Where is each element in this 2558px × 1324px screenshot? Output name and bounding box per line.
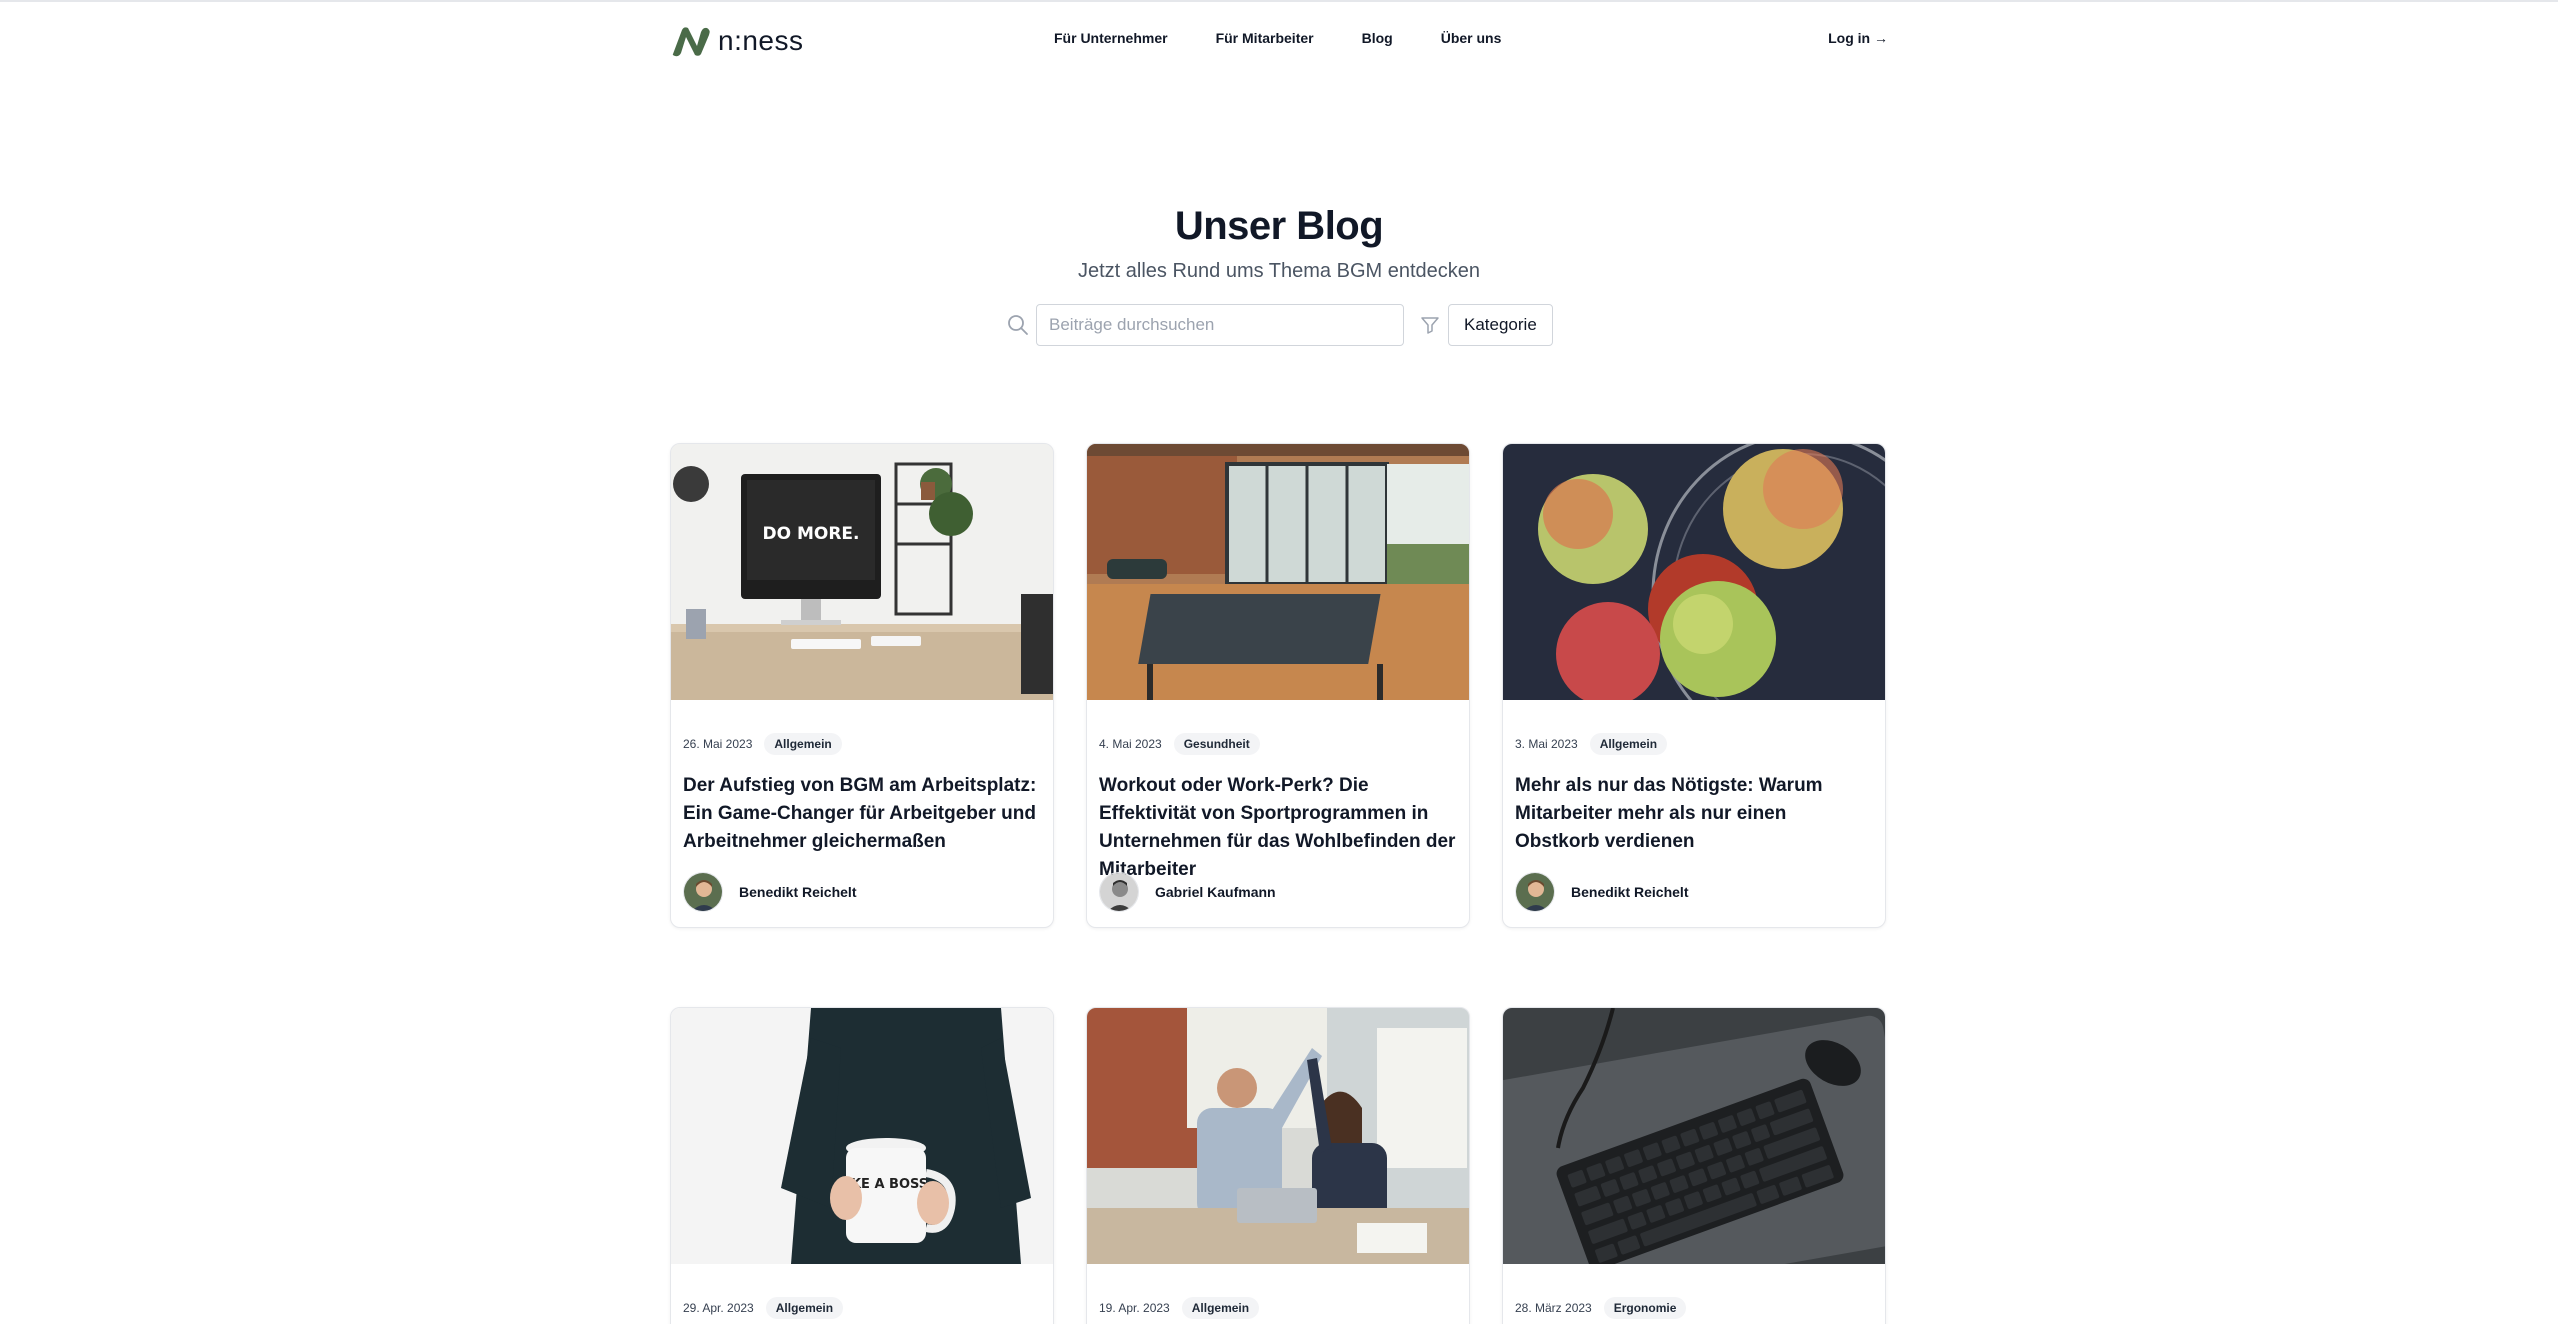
avatar: [1099, 872, 1139, 912]
logo[interactable]: n:ness: [670, 24, 804, 58]
main-nav: Für Unternehmer Für Mitarbeiter Blog Übe…: [1054, 30, 1549, 46]
blog-card[interactable]: DO MORE. 26. Mai 2023 Allgemein Der Aufs…: [670, 443, 1054, 928]
post-meta: 26. Mai 2023 Allgemein: [683, 733, 842, 755]
category-badge[interactable]: Allgemein: [764, 733, 842, 755]
avatar: [683, 872, 723, 912]
blog-card[interactable]: 4. Mai 2023 Gesundheit Workout oder Work…: [1086, 443, 1470, 928]
author-name: Benedikt Reichelt: [1571, 884, 1689, 900]
post-image-desk: DO MORE.: [671, 444, 1053, 700]
category-badge[interactable]: Gesundheit: [1173, 733, 1260, 755]
post-date: 4. Mai 2023: [1099, 737, 1162, 751]
post-image-mug: LIKE A BOSS: [671, 1008, 1053, 1264]
site-header: n:ness Für Unternehmer Für Mitarbeiter B…: [670, 20, 1888, 62]
post-meta: 4. Mai 2023 Gesundheit: [1099, 733, 1260, 755]
nav-ueber-uns[interactable]: Über uns: [1441, 30, 1502, 46]
blog-card[interactable]: 3. Mai 2023 Allgemein Mehr als nur das N…: [1502, 443, 1886, 928]
blog-card[interactable]: LIKE A BOSS 29. Apr. 2023 Allgemein: [670, 1007, 1054, 1324]
login-link[interactable]: Log in →: [1828, 30, 1888, 46]
post-meta: 29. Apr. 2023 Allgemein: [683, 1297, 844, 1319]
author-name: Benedikt Reichelt: [739, 884, 857, 900]
post-image-apples: [1503, 444, 1885, 700]
logo-text: n:ness: [718, 25, 804, 56]
category-badge[interactable]: Allgemein: [1589, 733, 1668, 755]
nav-blog[interactable]: Blog: [1362, 30, 1393, 46]
post-date: 3. Mai 2023: [1515, 737, 1578, 751]
blog-card[interactable]: 19. Apr. 2023 Allgemein: [1086, 1007, 1470, 1324]
logo-mark-icon: [672, 27, 710, 57]
post-meta: 19. Apr. 2023 Allgemein: [1099, 1297, 1260, 1319]
post-author: Benedikt Reichelt: [1515, 872, 1688, 912]
category-badge[interactable]: Ergonomie: [1603, 1297, 1687, 1319]
post-date: 28. März 2023: [1515, 1301, 1592, 1315]
post-date: 19. Apr. 2023: [1099, 1301, 1170, 1315]
post-image-office-tabletennis: [1087, 444, 1469, 700]
post-title[interactable]: Der Aufstieg von BGM am Arbeitsplatz: Ei…: [683, 772, 1041, 856]
search-bar: Kategorie: [1006, 304, 1553, 346]
category-badge[interactable]: Allgemein: [765, 1297, 844, 1319]
page-subtitle: Jetzt alles Rund ums Thema BGM entdecken: [1077, 260, 1481, 282]
filter-icon: [1421, 317, 1439, 334]
category-badge[interactable]: Allgemein: [1181, 1297, 1260, 1319]
post-meta: 28. März 2023 Ergonomie: [1515, 1297, 1687, 1319]
post-author: Gabriel Kaufmann: [1099, 872, 1276, 912]
post-title[interactable]: Mehr als nur das Nötigste: Warum Mitarbe…: [1515, 772, 1873, 856]
post-author: Benedikt Reichelt: [683, 872, 856, 912]
image-text: DO MORE.: [762, 524, 859, 544]
avatar: [1515, 872, 1555, 912]
post-date: 26. Mai 2023: [683, 737, 753, 751]
search-icon: [1008, 315, 1028, 335]
nav-fuer-unternehmer[interactable]: Für Unternehmer: [1054, 30, 1168, 46]
search-input[interactable]: [1036, 304, 1404, 346]
nav-fuer-mitarbeiter[interactable]: Für Mitarbeiter: [1216, 30, 1314, 46]
author-name: Gabriel Kaufmann: [1155, 884, 1276, 900]
post-date: 29. Apr. 2023: [683, 1301, 754, 1315]
blog-card[interactable]: 28. März 2023 Ergonomie: [1502, 1007, 1886, 1324]
post-image-highfive: [1087, 1008, 1469, 1264]
post-meta: 3. Mai 2023 Allgemein: [1515, 733, 1668, 755]
post-image-keyboard: [1503, 1008, 1885, 1264]
category-filter-button[interactable]: Kategorie: [1448, 304, 1553, 346]
top-border: [0, 0, 2558, 2]
page-title: Unser Blog: [1174, 204, 1384, 248]
post-title[interactable]: Workout oder Work-Perk? Die Effektivität…: [1099, 772, 1457, 884]
